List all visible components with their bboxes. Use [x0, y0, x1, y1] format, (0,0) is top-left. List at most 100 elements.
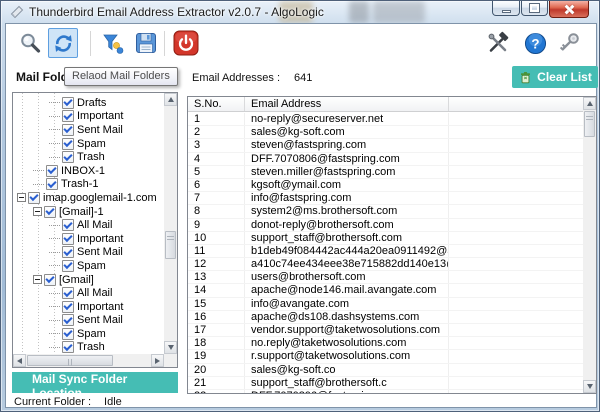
email-row[interactable]: 7 info@fastspring.com: [188, 192, 584, 206]
tree-connector: [49, 319, 60, 321]
email-row[interactable]: 18 no.reply@taketwosolutions.com: [188, 337, 584, 351]
folder-checkbox[interactable]: [44, 273, 56, 286]
column-header-email[interactable]: Email Address: [245, 97, 449, 111]
folder-tree-item[interactable]: Spam: [13, 259, 164, 273]
folder-checkbox[interactable]: [62, 341, 74, 354]
table-vertical-scrollbar[interactable]: [583, 97, 596, 393]
save-button[interactable]: [132, 29, 160, 57]
email-row[interactable]: 10 support_staff@brothersoft.com: [188, 231, 584, 245]
folder-checkbox[interactable]: [62, 287, 74, 300]
scroll-left-button[interactable]: [13, 354, 26, 367]
folder-checkbox[interactable]: [62, 259, 74, 272]
title-bar[interactable]: Thunderbird Email Address Extractor v2.0…: [1, 1, 599, 23]
table-header: S.No. Email Address: [188, 97, 584, 112]
folder-tree-item[interactable]: Drafts: [13, 96, 164, 110]
scroll-thumb[interactable]: [27, 355, 113, 366]
folder-checkbox[interactable]: [44, 205, 56, 218]
mail-sync-folder-location-button[interactable]: Mail Sync Folder Location: [12, 372, 178, 400]
email-row[interactable]: 8 system2@ms.brothersoft.com: [188, 205, 584, 219]
scroll-up-button[interactable]: [583, 97, 596, 110]
email-row[interactable]: 16 apache@ds108.dashsystems.com: [188, 310, 584, 324]
tree-connector: [49, 292, 60, 294]
help-icon: ?: [524, 32, 546, 54]
email-row[interactable]: 12 a410c74ee434eee38e715882dd140e13@auth…: [188, 258, 584, 272]
folder-tree-item[interactable]: Trash: [13, 341, 164, 354]
scroll-thumb[interactable]: [584, 111, 595, 137]
email-address: info@avangate.com: [245, 297, 449, 310]
folder-tree-item[interactable]: Sent Mail: [13, 246, 164, 260]
email-row[interactable]: 3 steven@fastspring.com: [188, 139, 584, 153]
folder-tree-item[interactable]: Trash-1: [13, 178, 164, 192]
folder-tree-item[interactable]: All Mail: [13, 286, 164, 300]
help-button[interactable]: ?: [521, 29, 549, 57]
folder-tree-item[interactable]: Important: [13, 110, 164, 124]
folder-checkbox[interactable]: [62, 232, 74, 245]
folder-tree-item[interactable]: Spam: [13, 137, 164, 151]
collapse-expander-icon[interactable]: [17, 193, 26, 203]
folder-tree-item[interactable]: All Mail: [13, 218, 164, 232]
folder-tree-item[interactable]: [Gmail]: [13, 273, 164, 287]
folder-tree-item[interactable]: Sent Mail: [13, 314, 164, 328]
email-row[interactable]: 17 vendor.support@taketwosolutions.com: [188, 324, 584, 338]
folder-checkbox[interactable]: [62, 327, 74, 340]
scroll-down-button[interactable]: [164, 341, 177, 354]
email-row[interactable]: 1 no-reply@secureserver.net: [188, 113, 584, 127]
tree-horizontal-scrollbar[interactable]: [13, 354, 164, 367]
folder-checkbox[interactable]: [62, 300, 74, 313]
folder-tree-item[interactable]: Sent Mail: [13, 123, 164, 137]
close-button[interactable]: [549, 1, 589, 18]
exit-button[interactable]: [172, 29, 200, 57]
folder-checkbox[interactable]: [46, 164, 58, 177]
search-button[interactable]: [16, 29, 44, 57]
settings-button[interactable]: [484, 29, 512, 57]
column-header-sno[interactable]: S.No.: [188, 97, 245, 111]
scroll-down-button[interactable]: [583, 380, 596, 393]
email-row[interactable]: 15 info@avangate.com: [188, 297, 584, 311]
email-row[interactable]: 4 DFF.7070806@fastspring.com: [188, 152, 584, 166]
folder-tree-item[interactable]: Important: [13, 232, 164, 246]
folder-checkbox[interactable]: [62, 137, 74, 150]
collapse-expander-icon[interactable]: [33, 275, 42, 285]
folder-checkbox[interactable]: [62, 246, 74, 259]
tree-vertical-scrollbar[interactable]: [164, 93, 177, 354]
email-row[interactable]: 9 donot-reply@brothersoft.com: [188, 218, 584, 232]
register-key-button[interactable]: [555, 29, 583, 57]
scroll-up-button[interactable]: [164, 93, 177, 106]
minimize-button[interactable]: [492, 1, 520, 16]
email-row[interactable]: 5 steven.miller@fastspring.com: [188, 165, 584, 179]
folder-checkbox[interactable]: [62, 123, 74, 136]
folder-checkbox[interactable]: [62, 96, 74, 109]
tree-connector: [49, 346, 60, 348]
folder-label: Trash-1: [61, 178, 99, 191]
email-row[interactable]: 22 DFF.7070806@fastspring.com: [188, 389, 584, 393]
scroll-right-button[interactable]: [151, 354, 164, 367]
folder-checkbox[interactable]: [28, 191, 40, 204]
email-row[interactable]: 14 apache@node146.mail.avangate.com: [188, 284, 584, 298]
folder-tree-item[interactable]: Trash: [13, 150, 164, 164]
email-row[interactable]: 20 sales@kg-soft.co: [188, 363, 584, 377]
email-row[interactable]: 21 support_staff@brothersoft.c: [188, 376, 584, 390]
collapse-expander-icon[interactable]: [33, 207, 42, 217]
maximize-button[interactable]: [521, 1, 548, 16]
folder-checkbox[interactable]: [62, 314, 74, 327]
email-row[interactable]: 19 r.support@taketwosolutions.com: [188, 350, 584, 364]
folder-tree-item[interactable]: imap.googlemail-1.com: [13, 191, 164, 205]
folder-checkbox[interactable]: [62, 151, 74, 164]
folder-tree-item[interactable]: Spam: [13, 327, 164, 341]
email-row[interactable]: 6 kgsoft@ymail.com: [188, 178, 584, 193]
filter-button[interactable]: [98, 29, 126, 57]
folder-tree-item[interactable]: INBOX-1: [13, 164, 164, 178]
row-number: 14: [188, 284, 245, 297]
reload-mail-folders-button[interactable]: [48, 28, 78, 58]
clear-list-button[interactable]: Clear List: [512, 66, 598, 88]
row-number: 16: [188, 310, 245, 323]
folder-checkbox[interactable]: [46, 178, 58, 191]
email-row[interactable]: 2 sales@kg-soft.com: [188, 126, 584, 140]
email-row[interactable]: 11 b1deb49f084442ac444a20ea0911492@autho…: [188, 244, 584, 259]
folder-checkbox[interactable]: [62, 219, 74, 232]
scroll-thumb[interactable]: [165, 231, 176, 259]
email-row[interactable]: 13 users@brothersoft.com: [188, 271, 584, 285]
folder-checkbox[interactable]: [62, 110, 74, 123]
folder-tree-item[interactable]: Important: [13, 300, 164, 314]
folder-tree-item[interactable]: [Gmail]-1: [13, 205, 164, 219]
